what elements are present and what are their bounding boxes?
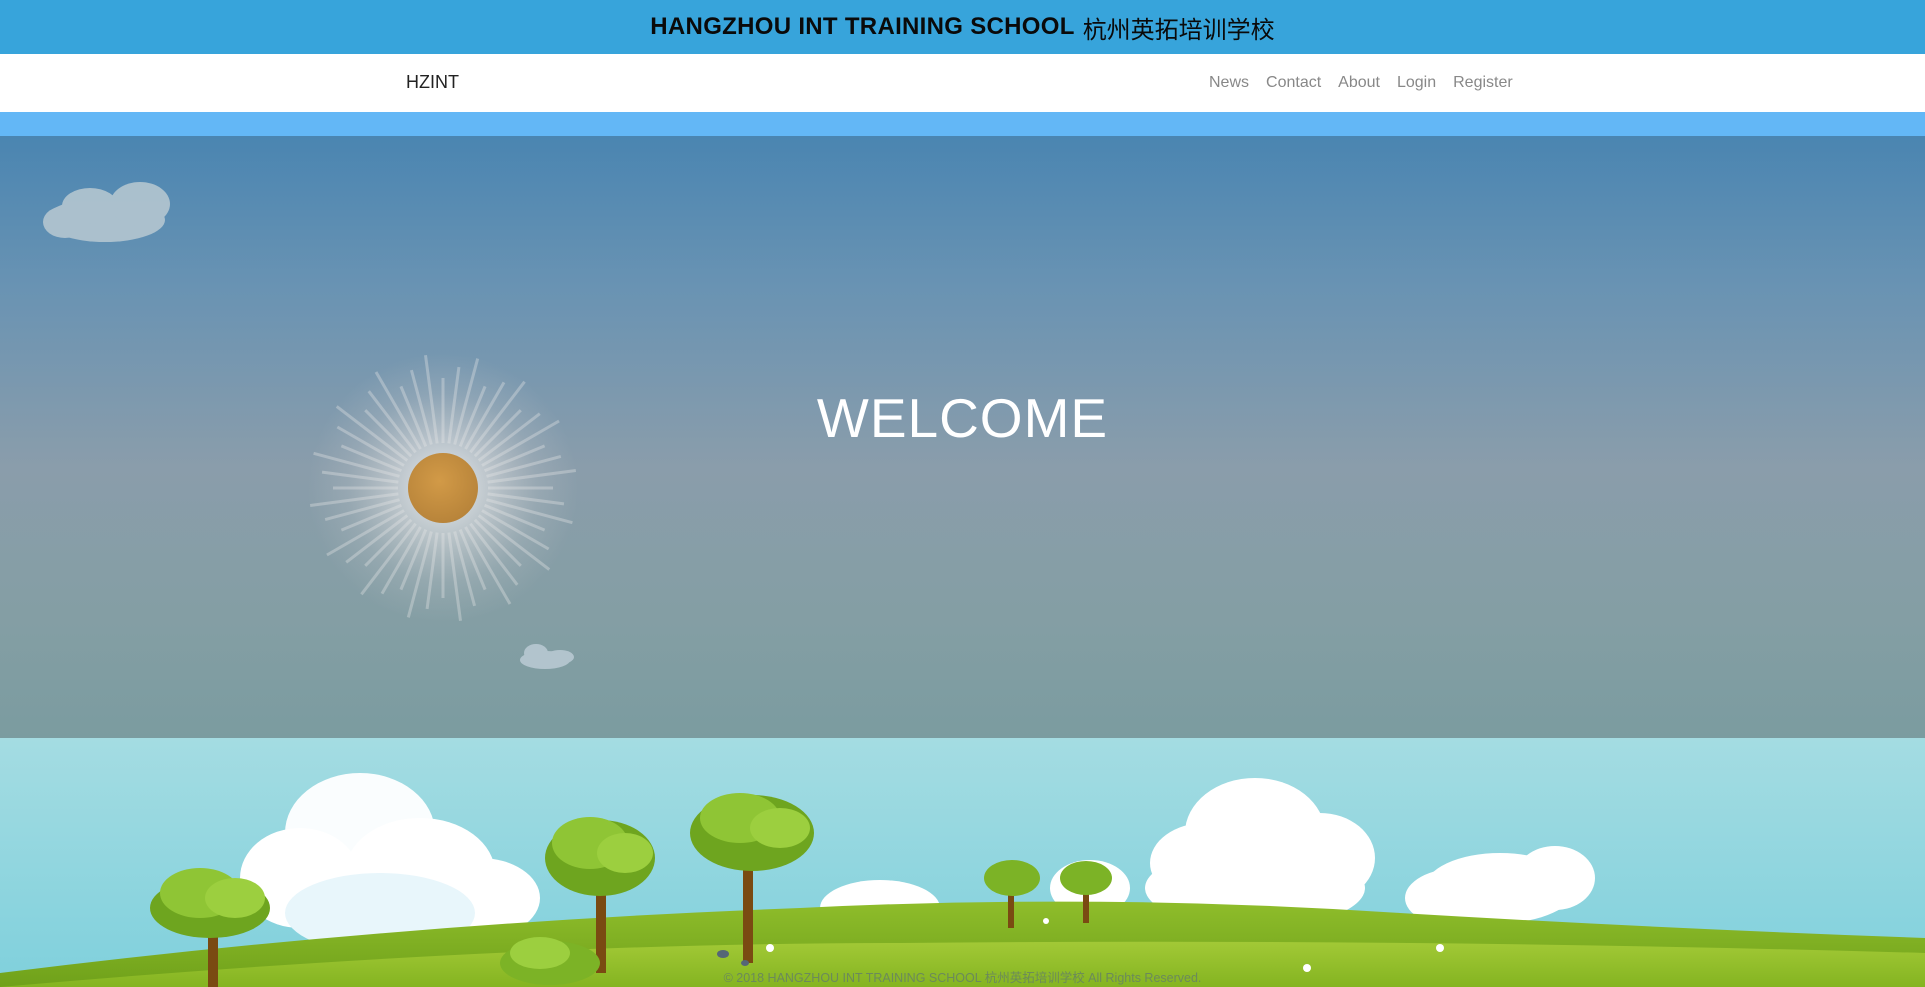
nav-link-login[interactable]: Login — [1397, 74, 1436, 92]
nav-link-contact[interactable]: Contact — [1266, 74, 1321, 92]
footer-copyright: © 2018 HANGZHOU INT TRAINING SCHOOL 杭州英拓… — [723, 971, 1202, 985]
nav-link-about[interactable]: About — [1338, 74, 1380, 92]
accent-stripe — [0, 112, 1925, 136]
navbar: HZINT News Contact About Login Register — [0, 54, 1925, 113]
brand-link[interactable]: HZINT — [406, 72, 459, 93]
school-title: HANGZHOU INT TRAINING SCHOOL — [650, 13, 1075, 40]
welcome-heading: WELCOME — [816, 387, 1109, 449]
small-cloud-icon — [520, 644, 574, 669]
cloud-icon — [43, 182, 170, 242]
landscape-illustration — [0, 738, 1925, 987]
top-banner: HANGZHOU INT TRAINING SCHOOL 杭州英拓培训学校 — [0, 0, 1925, 54]
landscape-art — [0, 738, 1925, 987]
hero-banner: WELCOME — [0, 136, 1925, 738]
nav-link-news[interactable]: News — [1209, 74, 1249, 92]
nav-link-register[interactable]: Register — [1453, 74, 1513, 92]
school-title-cn: 杭州英拓培训学校 — [1082, 15, 1275, 44]
nav-links: News Contact About Login Register — [1209, 74, 1530, 92]
